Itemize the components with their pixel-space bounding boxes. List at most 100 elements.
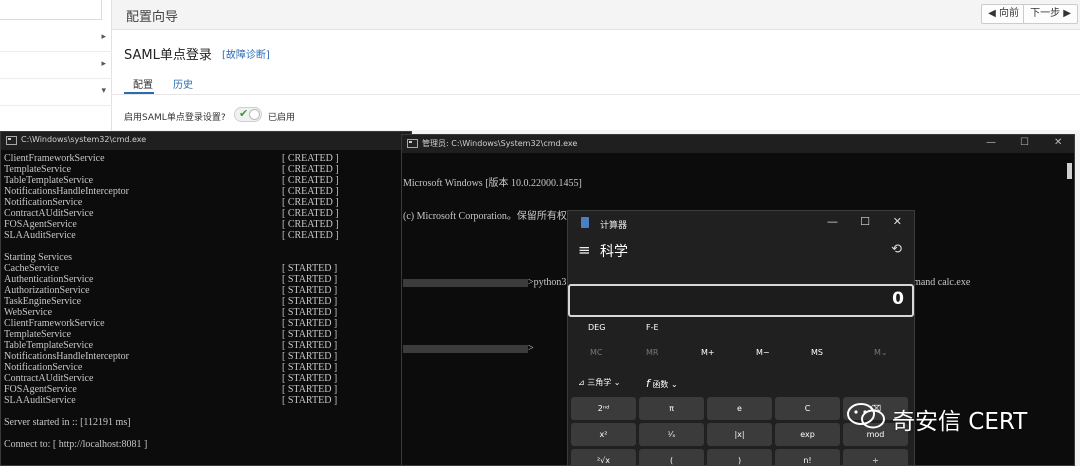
console-line: ClientFrameworkService [ CREATED ] (4, 153, 339, 164)
service-name: Connect to: [ http://localhost:8081 ] (4, 439, 148, 450)
service-status: [ CREATED ] (282, 208, 339, 219)
console-line: TaskEngineService [ STARTED ] (4, 296, 337, 307)
service-name: NotificationsHandleInterceptor (4, 186, 129, 197)
topbar: 配置向导 ◀ 向前 下一步 ▶ (112, 0, 1080, 30)
diagnose-link[interactable]: [故障诊断] (222, 46, 270, 61)
reciprocal-key[interactable]: ¹⁄ₓ (639, 423, 704, 446)
function-dropdown[interactable]: f 函数 ⌄ (646, 377, 678, 390)
pi-key[interactable]: π (639, 397, 704, 420)
prev-button[interactable]: ◀ 向前 (981, 4, 1026, 24)
service-status: [ CREATED ] (282, 197, 339, 208)
deg-toggle[interactable]: DEG (588, 323, 605, 332)
mc-button[interactable]: MC (590, 348, 603, 357)
chevron-down-icon: ▾ (101, 86, 106, 96)
chevron-right-icon: ▸ (101, 59, 106, 69)
service-name: FOSAgentService (4, 219, 77, 230)
function-label: 函数 (652, 380, 669, 389)
next-button[interactable]: 下一步 ▶ (1023, 4, 1078, 24)
console-line: Connect to: [ http://localhost:8081 ] (4, 439, 147, 450)
maximize-icon[interactable]: ☐ (860, 215, 870, 228)
window-controls: — ☐ ✕ (974, 135, 1074, 153)
e-key[interactable]: e (707, 397, 772, 420)
close-icon[interactable]: ✕ (893, 215, 902, 228)
trig-label: 三角学 (587, 378, 612, 387)
tab-history[interactable]: 历史 (173, 76, 193, 91)
sidebar-item[interactable]: ▾ (0, 80, 112, 106)
mr-button[interactable]: MR (646, 348, 658, 357)
console-line: NotificationService [ STARTED ] (4, 362, 337, 373)
open-paren-key[interactable]: ( (639, 449, 704, 466)
divider (112, 94, 1080, 95)
watermark-text: 奇安信 CERT (892, 409, 1028, 435)
service-name: TableTemplateService (4, 340, 94, 351)
service-name: ClientFrameworkService (4, 153, 105, 164)
service-name: TableTemplateService (4, 175, 94, 186)
sidebar-item[interactable]: ▸ (0, 26, 112, 52)
factorial-key[interactable]: n! (775, 449, 840, 466)
service-name: ContractAUditService (4, 208, 94, 219)
console-line: AuthorizationService [ STARTED ] (4, 285, 337, 296)
scrollbar-thumb[interactable] (1067, 163, 1072, 179)
title-bar[interactable]: 管理员: C:\Windows\System32\cmd.exe — ☐ ✕ (402, 135, 1074, 153)
clear-key[interactable]: C (775, 397, 840, 420)
console-line: TableTemplateService [ STARTED ] (4, 340, 337, 351)
sidebar-search-input[interactable] (0, 0, 102, 20)
service-status: [ CREATED ] (282, 175, 339, 186)
service-status: [ CREATED ] (282, 164, 339, 175)
calculator-icon (581, 217, 589, 228)
history-icon[interactable]: ⟲ (891, 242, 902, 257)
minimize-icon[interactable]: — (827, 215, 838, 228)
m-list-button[interactable]: M⌄ (874, 348, 888, 357)
console-line: SLAAuditService [ STARTED ] (4, 395, 337, 406)
prompt: > (528, 343, 534, 354)
console-line: TableTemplateService [ CREATED ] (4, 175, 339, 186)
service-name: WebService (4, 307, 53, 318)
toggle-knob (249, 109, 260, 120)
hamburger-menu-icon[interactable]: ≡ (578, 241, 591, 259)
abs-key[interactable]: |x| (707, 423, 772, 446)
fe-toggle[interactable]: F-E (646, 323, 659, 332)
console-line: NotificationsHandleInterceptor [ CREATED … (4, 186, 339, 197)
second-key[interactable]: 2ⁿᵈ (571, 397, 636, 420)
sqrt-key[interactable]: ²√x (571, 449, 636, 466)
close-paren-key[interactable]: ) (707, 449, 772, 466)
service-status: [ STARTED ] (282, 340, 338, 351)
console-line: WebService [ STARTED ] (4, 307, 337, 318)
redacted-path (403, 344, 528, 353)
redacted-path (403, 278, 528, 287)
console-line: Microsoft Windows [版本 10.0.22000.1455] (403, 178, 582, 189)
exp-key[interactable]: exp (775, 423, 840, 446)
console-icon (6, 136, 17, 145)
ms-button[interactable]: MS (811, 348, 823, 357)
m-plus-button[interactable]: M+ (701, 348, 715, 357)
service-name: TemplateService (4, 329, 72, 340)
maximize-icon[interactable]: ☐ (1020, 137, 1029, 148)
minimize-icon[interactable]: — (986, 137, 996, 148)
calculator-mode: 科学 (600, 244, 628, 260)
service-status: [ CREATED ] (282, 230, 339, 241)
tab-config[interactable]: 配置 (133, 76, 153, 91)
service-status: [ STARTED ] (282, 274, 338, 285)
console-window-left[interactable]: C:\Windows\system32\cmd.exe ClientFramew… (0, 131, 412, 466)
service-name: Starting Services (4, 252, 73, 263)
console-line: NotificationService [ CREATED ] (4, 197, 339, 208)
enable-state: 已启用 (268, 113, 296, 123)
service-status: [ CREATED ] (282, 186, 339, 197)
enable-toggle[interactable]: ✔ (234, 107, 262, 122)
title-bar[interactable]: C:\Windows\system32\cmd.exe (1, 132, 411, 150)
close-icon[interactable]: ✕ (1054, 137, 1062, 148)
service-status: [ CREATED ] (282, 153, 339, 164)
console-line: NotificationsHandleInterceptor [ STARTED … (4, 351, 337, 362)
square-key[interactable]: x² (571, 423, 636, 446)
console-icon (407, 139, 418, 148)
service-status: [ STARTED ] (282, 318, 338, 329)
sidebar-item[interactable]: ▸ (0, 53, 112, 79)
trig-dropdown[interactable]: ⊿ 三角学 ⌄ (578, 377, 621, 388)
console-line: FOSAgentService [ CREATED ] (4, 219, 339, 230)
m-minus-button[interactable]: M− (756, 348, 770, 357)
console-line: TemplateService [ STARTED ] (4, 329, 337, 340)
service-status: [ STARTED ] (282, 362, 338, 373)
console-line: Server started in :: [112191 ms] (4, 417, 147, 428)
divide-key[interactable]: ÷ (843, 449, 908, 466)
